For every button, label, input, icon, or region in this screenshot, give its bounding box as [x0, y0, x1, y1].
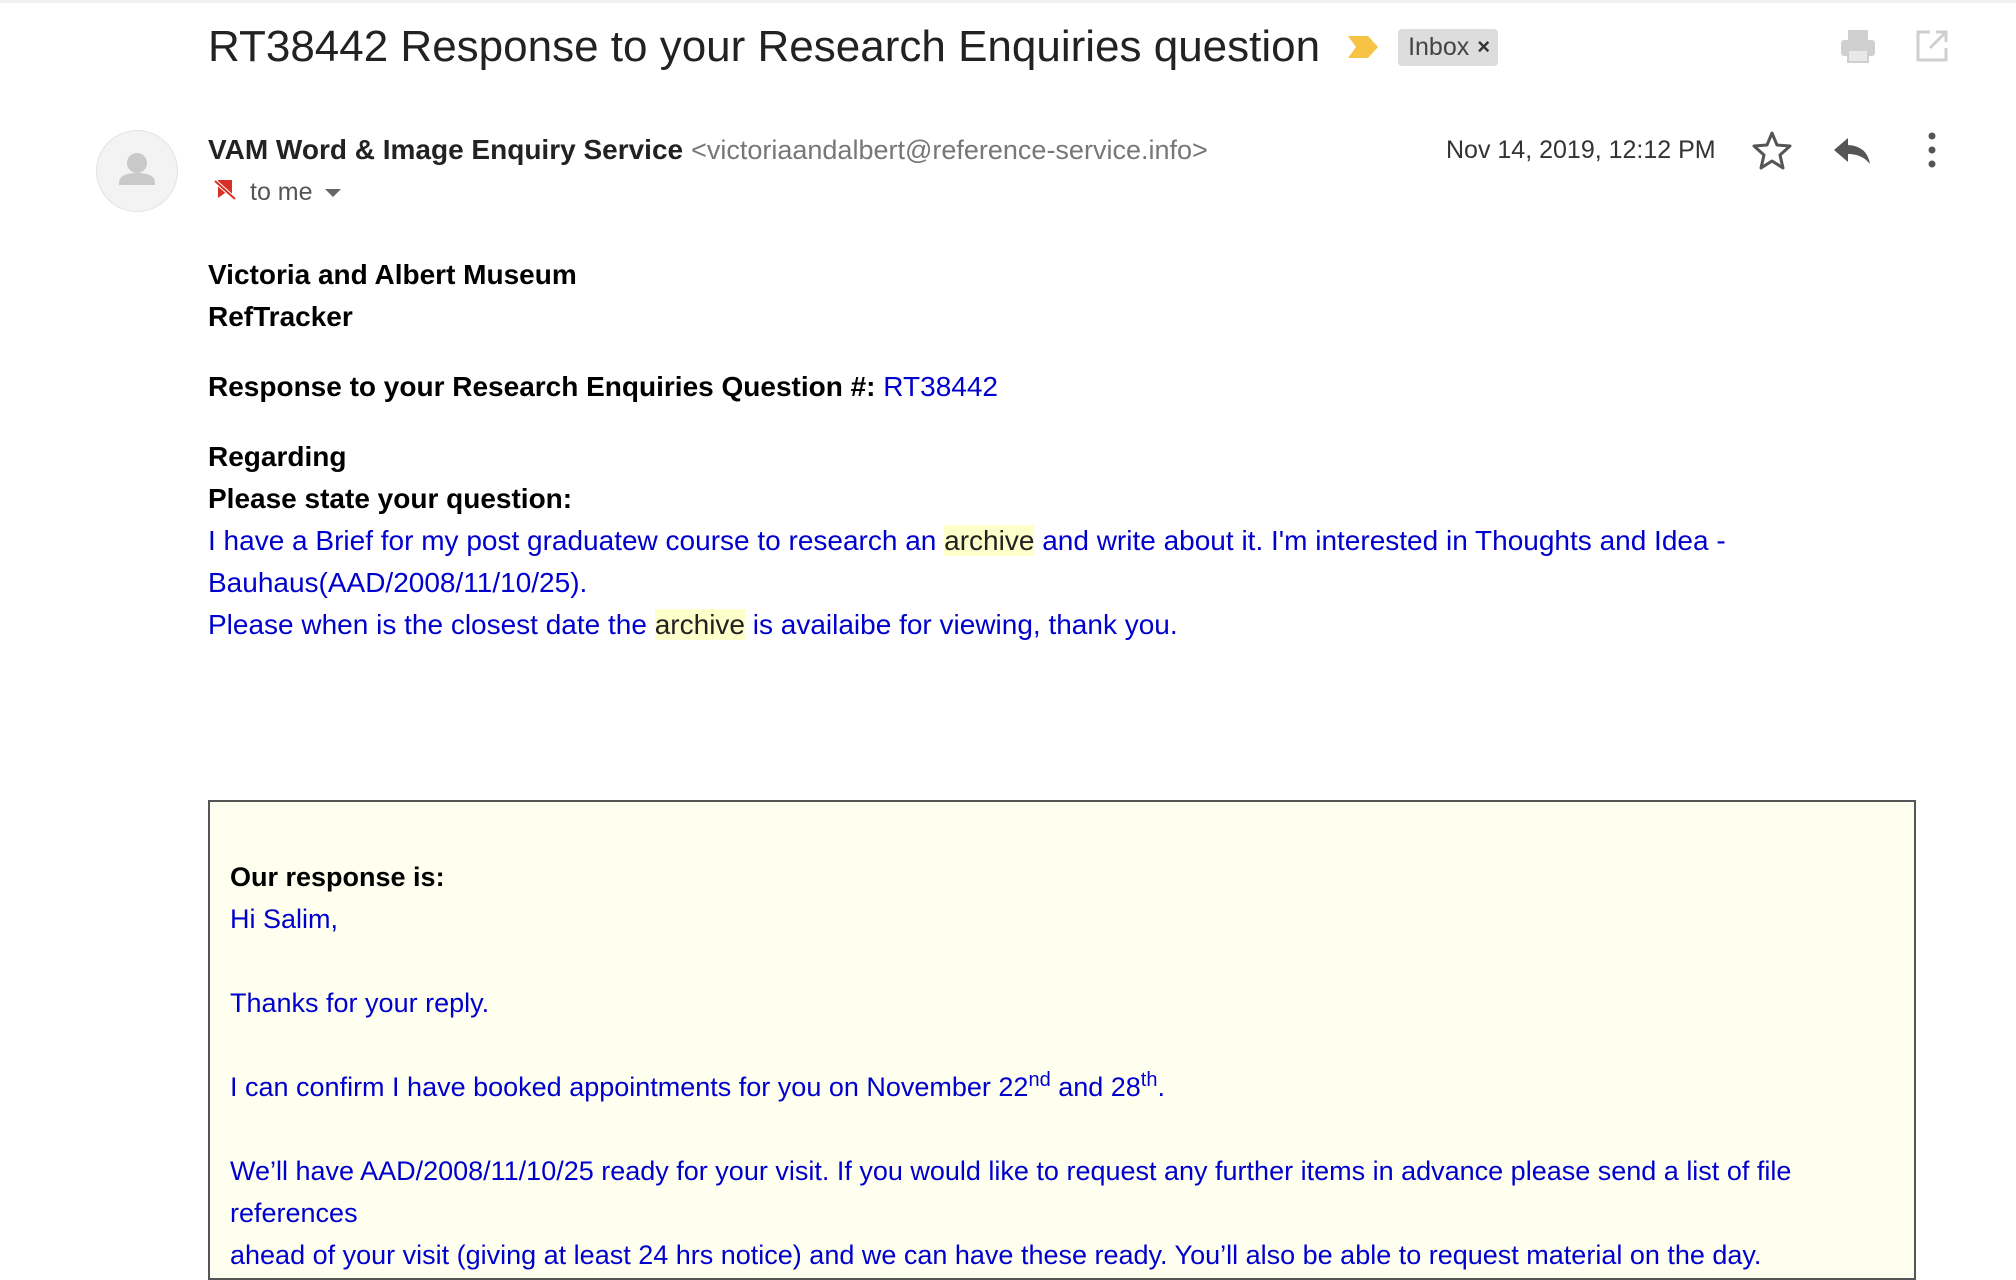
- search-highlight: archive: [944, 525, 1035, 556]
- response-ready-line: We’ll have AAD/2008/11/10/25 ready for y…: [230, 1156, 1792, 1228]
- recipient-label: to me: [250, 178, 313, 206]
- ordinal-suffix: nd: [1028, 1069, 1051, 1091]
- response-greeting: Hi Salim,: [230, 904, 339, 934]
- state-question-label: Please state your question:: [208, 483, 573, 514]
- org-header: Victoria and Albert Museum RefTracker: [208, 254, 1948, 338]
- ordinal-suffix: th: [1140, 1069, 1158, 1091]
- recipient-row[interactable]: to me: [212, 176, 341, 209]
- question-text-part: Please when is the closest date the: [208, 609, 655, 640]
- chevron-down-icon[interactable]: [324, 188, 341, 197]
- print-icon[interactable]: [1838, 26, 1878, 66]
- confirmation-text: and 28: [1050, 1072, 1141, 1102]
- question-ref-link[interactable]: RT38442: [883, 371, 998, 402]
- open-in-new-window-icon[interactable]: [1912, 26, 1952, 66]
- question-ref-line: Response to your Research Enquiries Ques…: [208, 366, 1948, 408]
- regarding-label: Regarding: [208, 441, 347, 472]
- top-divider: [0, 0, 2016, 3]
- email-subject: RT38442 Response to your Research Enquir…: [208, 22, 1321, 71]
- sender-name[interactable]: VAM Word & Image Enquiry Service: [208, 134, 683, 166]
- search-highlight: archive: [654, 609, 745, 640]
- star-icon[interactable]: [1750, 128, 1794, 172]
- confirmation-text: I can confirm I have booked appointments…: [230, 1072, 1029, 1102]
- remove-label-icon[interactable]: ×: [1477, 34, 1490, 60]
- inbox-label-text: Inbox: [1408, 32, 1470, 61]
- response-box: Our response is: Hi Salim, Thanks for yo…: [208, 800, 1916, 1280]
- sender-email: <victoriaandalbert@reference-service.inf…: [691, 135, 1208, 165]
- importance-marker-icon[interactable]: [1346, 34, 1380, 60]
- response-confirmation: I can confirm I have booked appointments…: [230, 1066, 1894, 1108]
- question-text-part: Bauhaus(AAD/2008/11/10/25).: [208, 567, 588, 598]
- question-text: I have a Brief for my post graduatew cou…: [208, 520, 1948, 646]
- response-thanks: Thanks for your reply.: [230, 988, 490, 1018]
- org-name: Victoria and Albert Museum: [208, 259, 577, 290]
- message-date: Nov 14, 2019, 12:12 PM: [1446, 136, 1716, 164]
- question-text-part: and write about it. I'm interested in Th…: [1034, 525, 1726, 556]
- question-text-part: I have a Brief for my post graduatew cou…: [208, 525, 945, 556]
- confirmation-text: .: [1157, 1072, 1165, 1102]
- more-options-icon[interactable]: [1910, 128, 1954, 172]
- system-name: RefTracker: [208, 301, 353, 332]
- subject-row: RT38442 Response to your Research Enquir…: [208, 18, 1499, 76]
- response-heading: Our response is:: [230, 862, 445, 892]
- question-text-part: is availaibe for viewing, thank you.: [744, 609, 1178, 640]
- inbox-label-chip[interactable]: Inbox ×: [1398, 28, 1499, 66]
- response-ready-line: ahead of your visit (giving at least 24 …: [230, 1240, 1762, 1270]
- sender-avatar[interactable]: [96, 130, 178, 212]
- unsubscribe-label-icon: [212, 176, 238, 209]
- question-ref-label: Response to your Research Enquiries Ques…: [208, 371, 876, 402]
- sender-row: VAM Word & Image Enquiry Service <victor…: [208, 134, 1208, 166]
- question-section: Regarding Please state your question: I …: [208, 436, 1948, 646]
- reply-icon[interactable]: [1830, 128, 1874, 172]
